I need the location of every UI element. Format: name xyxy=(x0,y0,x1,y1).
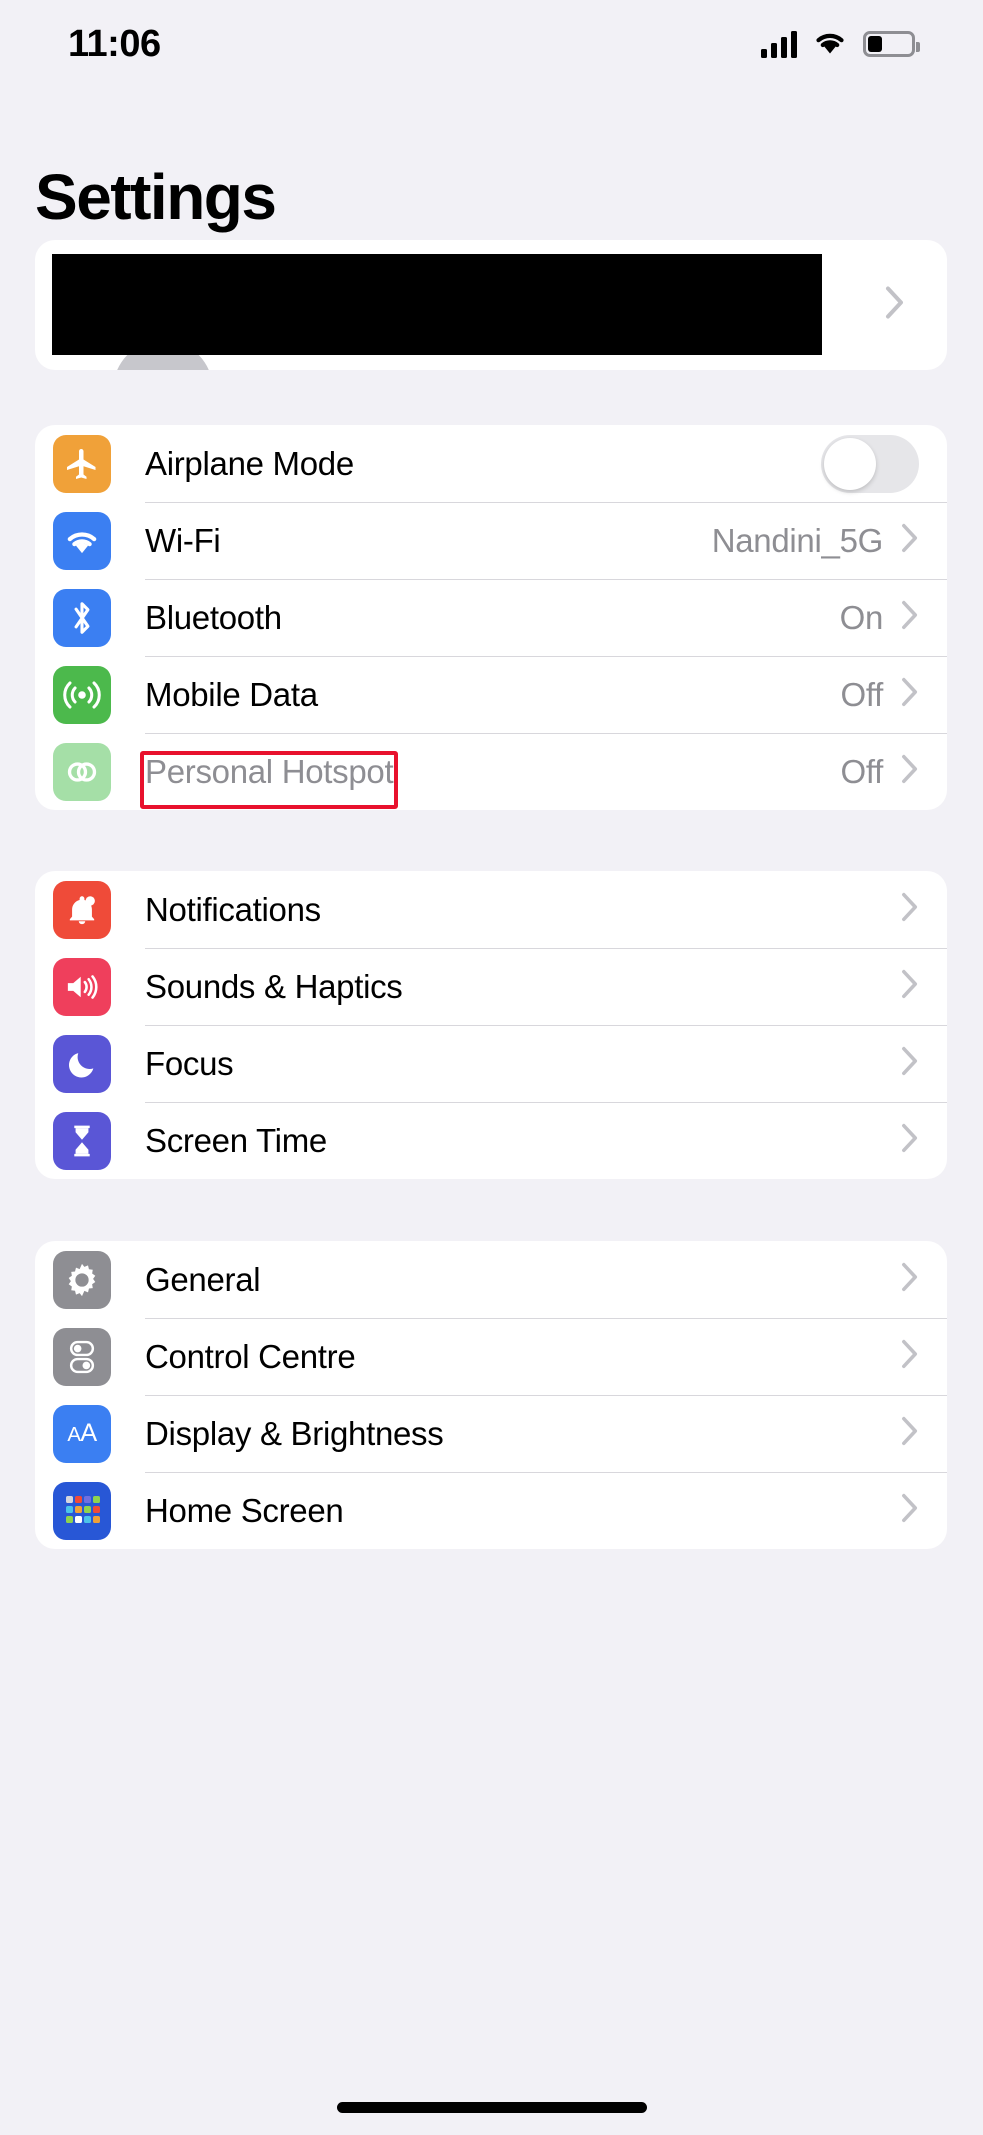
apple-id-card[interactable] xyxy=(35,240,947,370)
display-brightness-icon: AA xyxy=(53,1404,111,1463)
settings-row-airplane-mode[interactable]: Airplane Mode xyxy=(35,425,947,502)
settings-row-value: Off xyxy=(840,752,883,790)
gear-icon xyxy=(53,1250,111,1309)
chevron-right-icon xyxy=(885,286,905,325)
settings-row-label: General xyxy=(145,1260,261,1298)
status-bar: 11:06 xyxy=(0,0,983,88)
settings-row-label: Sounds & Haptics xyxy=(145,967,403,1005)
chevron-right-icon xyxy=(901,1339,919,1374)
redacted-account-name xyxy=(52,254,822,355)
chevron-right-icon xyxy=(901,892,919,927)
settings-row-personal-hotspot[interactable]: Personal Hotspot Off xyxy=(35,733,947,810)
settings-row-label: Display & Brightness xyxy=(145,1414,444,1452)
settings-row-label: Personal Hotspot xyxy=(145,752,394,790)
settings-row-general[interactable]: General xyxy=(35,1241,947,1318)
chevron-right-icon xyxy=(901,1262,919,1297)
chevron-right-icon xyxy=(901,1123,919,1158)
airplane-mode-toggle[interactable] xyxy=(821,434,919,493)
wifi-icon xyxy=(813,29,847,60)
settings-row-label: Focus xyxy=(145,1044,234,1082)
control-centre-icon xyxy=(53,1327,111,1386)
settings-row-label: Bluetooth xyxy=(145,598,282,636)
settings-row-label: Airplane Mode xyxy=(145,444,354,482)
home-indicator xyxy=(336,2102,647,2113)
settings-row-label: Wi-Fi xyxy=(145,521,221,559)
mobile-data-icon xyxy=(53,665,111,724)
chevron-right-icon xyxy=(901,1416,919,1451)
settings-row-label: Notifications xyxy=(145,890,321,928)
speaker-icon xyxy=(53,957,111,1016)
settings-row-label: Screen Time xyxy=(145,1121,327,1159)
chevron-right-icon xyxy=(901,1046,919,1081)
settings-row-value: Off xyxy=(840,675,883,713)
settings-group-system: General Control Centre AA Display & Brig… xyxy=(35,1241,947,1549)
wifi-icon xyxy=(53,511,111,570)
cellular-bars-icon xyxy=(761,30,797,58)
settings-row-display-brightness[interactable]: AA Display & Brightness xyxy=(35,1395,947,1472)
hourglass-icon xyxy=(53,1111,111,1170)
hotspot-icon xyxy=(53,742,111,801)
settings-row-control-centre[interactable]: Control Centre xyxy=(35,1318,947,1395)
battery-low-icon xyxy=(863,31,920,57)
settings-row-focus[interactable]: Focus xyxy=(35,1025,947,1102)
chevron-right-icon xyxy=(901,677,919,712)
svg-text:AA: AA xyxy=(67,1420,97,1447)
bluetooth-icon xyxy=(53,588,111,647)
chevron-right-icon xyxy=(901,969,919,1004)
airplane-icon xyxy=(53,434,111,493)
settings-row-label: Home Screen xyxy=(145,1491,344,1529)
status-bar-time: 11:06 xyxy=(68,22,161,65)
chevron-right-icon xyxy=(901,754,919,789)
settings-row-bluetooth[interactable]: Bluetooth On xyxy=(35,579,947,656)
chevron-right-icon xyxy=(901,1493,919,1528)
status-bar-indicators xyxy=(761,29,920,60)
settings-row-value: Nandini_5G xyxy=(711,521,884,559)
settings-group-alerts: Notifications Sounds & Haptics Focus Scr… xyxy=(35,871,947,1179)
settings-row-screen-time[interactable]: Screen Time xyxy=(35,1102,947,1179)
chevron-right-icon xyxy=(901,523,919,558)
settings-row-sounds-haptics[interactable]: Sounds & Haptics xyxy=(35,948,947,1025)
chevron-right-icon xyxy=(901,600,919,635)
settings-row-value: On xyxy=(839,598,884,636)
settings-screen: 11:06 Settings Airplane Mode Wi-Fi Nandi… xyxy=(0,0,983,2135)
settings-row-home-screen[interactable]: Home Screen xyxy=(35,1472,947,1549)
settings-row-label: Control Centre xyxy=(145,1337,356,1375)
settings-row-wifi[interactable]: Wi-Fi Nandini_5G xyxy=(35,502,947,579)
settings-row-notifications[interactable]: Notifications xyxy=(35,871,947,948)
moon-icon xyxy=(53,1034,111,1093)
settings-row-label: Mobile Data xyxy=(145,675,318,713)
home-screen-icon xyxy=(53,1481,111,1540)
settings-group-connectivity: Airplane Mode Wi-Fi Nandini_5G Bluetooth… xyxy=(35,425,947,810)
bell-icon xyxy=(53,880,111,939)
settings-row-mobile-data[interactable]: Mobile Data Off xyxy=(35,656,947,733)
page-title: Settings xyxy=(35,161,277,233)
